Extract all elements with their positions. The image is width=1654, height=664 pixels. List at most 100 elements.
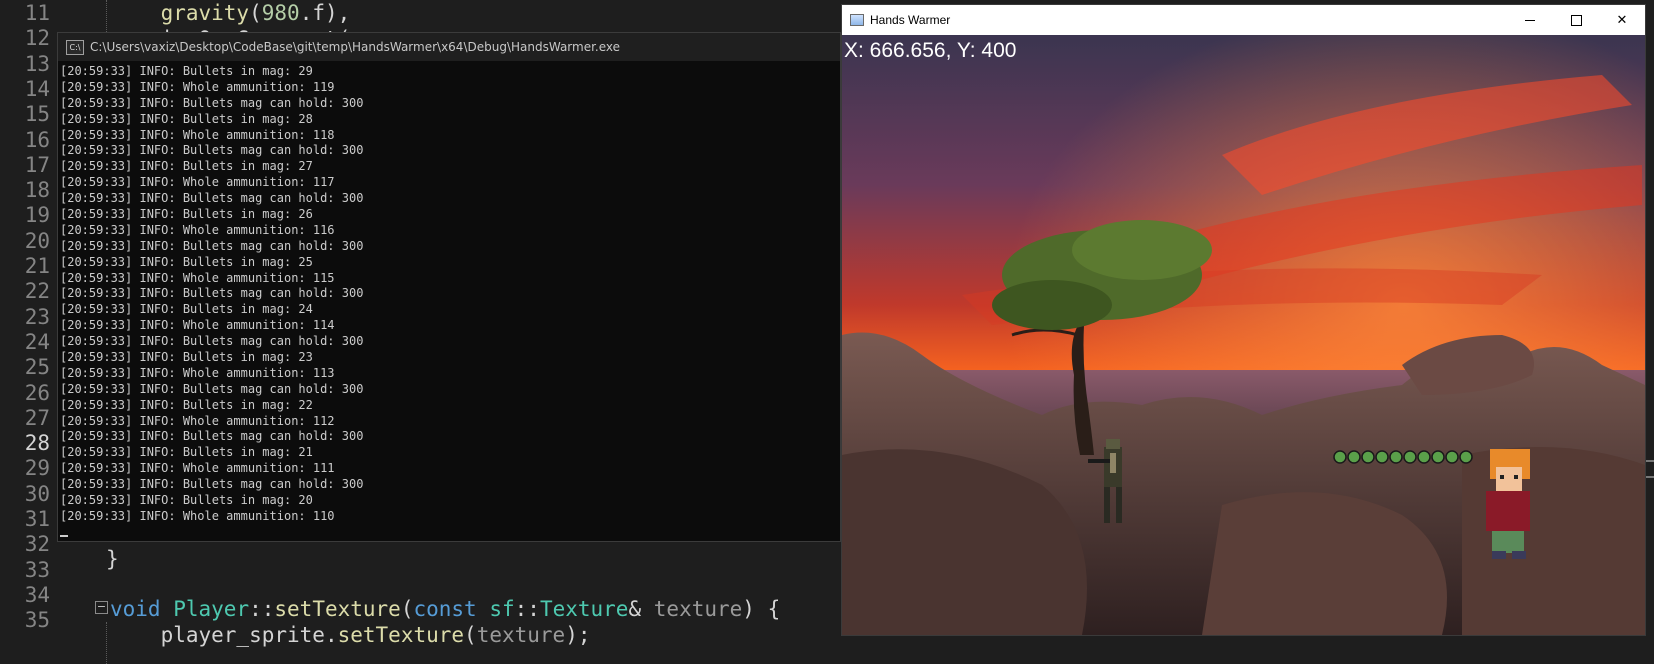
log-line: [20:59:33] INFO: Whole ammunition: 110 <box>60 508 335 523</box>
code-token-number: 980 <box>261 1 300 25</box>
log-line: [20:59:33] INFO: Bullets mag can hold: 3… <box>60 429 364 444</box>
log-line: [20:59:33] INFO: Bullets in mag: 24 <box>60 302 313 317</box>
indent-guide <box>106 622 107 664</box>
code-line-34[interactable]: player_sprite.setTexture(texture); <box>110 622 591 648</box>
log-line: [20:59:33] INFO: Bullets in mag: 21 <box>60 445 313 460</box>
enemy-sprite <box>1486 449 1530 559</box>
player-coordinates: X: 666.656, Y: 400 <box>844 39 1017 62</box>
line-number: 11 <box>24 1 50 25</box>
code-line-11[interactable]: gravity(980.f), <box>110 0 351 26</box>
log-line: [20:59:33] INFO: Bullets mag can hold: 3… <box>60 334 364 349</box>
health-pip <box>1445 450 1459 464</box>
console-title: C:\Users\vaxiz\Desktop\CodeBase\git\temp… <box>90 40 621 54</box>
health-pip <box>1459 450 1473 464</box>
code-token-ref: & <box>628 597 642 621</box>
code-token-tail: .f), <box>299 1 351 25</box>
line-number: 26 <box>24 380 50 405</box>
game-canvas[interactable]: X: 666.656, Y: 400 <box>842 35 1645 635</box>
log-line: [20:59:33] INFO: Bullets mag can hold: 3… <box>60 286 364 301</box>
line-number: 30 <box>24 481 50 506</box>
code-token-dot: . <box>324 623 338 647</box>
log-line: [20:59:33] INFO: Bullets in mag: 22 <box>60 397 313 412</box>
scroll-marker <box>1646 460 1654 462</box>
log-line: [20:59:33] INFO: Whole ammunition: 111 <box>60 461 335 476</box>
log-line: [20:59:33] INFO: Bullets mag can hold: 3… <box>60 381 364 396</box>
line-number: 13 <box>24 51 50 76</box>
code-token-namespace: sf <box>489 597 515 621</box>
game-window[interactable]: Hands Warmer ✕ X: 666.656, Y: 400 <box>841 4 1646 636</box>
line-number: 31 <box>24 507 50 531</box>
log-line: [20:59:33] INFO: Whole ammunition: 115 <box>60 270 335 285</box>
closing-brace: } <box>106 547 119 571</box>
code-token-method: setTexture <box>274 597 401 621</box>
console-window[interactable]: C:\ C:\Users\vaxiz\Desktop\CodeBase\git\… <box>57 32 841 542</box>
line-number: 20 <box>24 228 50 253</box>
code-token-tail: ); <box>565 623 591 647</box>
log-line: [20:59:33] INFO: Bullets mag can hold: 3… <box>60 143 364 158</box>
line-number: 35 <box>24 608 50 633</box>
minimize-button[interactable] <box>1507 5 1553 35</box>
line-number: 27 <box>24 405 50 430</box>
game-window-title: Hands Warmer <box>870 13 951 27</box>
log-line: [20:59:33] INFO: Bullets in mag: 25 <box>60 254 313 269</box>
log-line: [20:59:33] INFO: Bullets in mag: 23 <box>60 350 313 365</box>
line-number: 32 <box>24 532 50 557</box>
line-number: 16 <box>24 127 50 152</box>
code-line-33[interactable]: void Player::setTexture(const sf::Textur… <box>110 596 780 622</box>
line-number: 12 <box>24 26 50 51</box>
log-line: [20:59:33] INFO: Whole ammunition: 119 <box>60 79 335 94</box>
code-token-scope: :: <box>249 597 275 621</box>
rock-boulder <box>1462 447 1645 635</box>
log-line: [20:59:33] INFO: Whole ammunition: 114 <box>60 318 335 333</box>
line-number: 29 <box>24 456 50 481</box>
line-number: 19 <box>24 203 50 228</box>
code-token-paren: ( <box>400 597 414 621</box>
log-list: [20:59:33] INFO: Bullets in mag: 29 [20:5… <box>60 64 840 525</box>
minimize-icon <box>1525 19 1535 21</box>
close-icon: ✕ <box>1616 12 1628 28</box>
close-button[interactable]: ✕ <box>1599 5 1645 35</box>
line-number: 25 <box>24 355 50 380</box>
code-token-object: player_sprite <box>160 623 325 647</box>
console-title-bar[interactable]: C:\ C:\Users\vaxiz\Desktop\CodeBase\git\… <box>58 33 840 61</box>
log-line: [20:59:33] INFO: Bullets mag can hold: 3… <box>60 477 364 492</box>
code-token-type: Texture <box>539 597 629 621</box>
line-number: 22 <box>24 279 50 304</box>
health-pip <box>1403 450 1417 464</box>
line-number: 34 <box>24 582 50 607</box>
code-token-arg: texture <box>476 623 566 647</box>
health-pip <box>1417 450 1431 464</box>
code-token-paren: ( <box>464 623 477 647</box>
game-title-bar[interactable]: Hands Warmer ✕ <box>842 5 1645 35</box>
code-line-31[interactable]: } <box>106 546 119 572</box>
collapse-toggle-icon[interactable]: − <box>95 601 108 614</box>
line-number: 15 <box>24 102 50 127</box>
line-number: 21 <box>24 254 50 278</box>
game-scene <box>842 35 1645 635</box>
line-number: 28 <box>24 431 50 456</box>
tree-foliage <box>992 280 1112 330</box>
health-pip <box>1333 450 1347 464</box>
log-line: [20:59:33] INFO: Bullets mag can hold: 3… <box>60 95 364 110</box>
log-line: [20:59:33] INFO: Whole ammunition: 112 <box>60 413 335 428</box>
tree-foliage <box>1072 220 1212 280</box>
health-pip <box>1375 450 1389 464</box>
line-number: 18 <box>24 178 50 203</box>
health-pip <box>1389 450 1403 464</box>
cmd-icon: C:\ <box>66 39 84 55</box>
code-token-tail: ) { <box>742 597 781 621</box>
code-token-function: gravity <box>160 1 250 25</box>
scroll-marker <box>1646 476 1654 478</box>
log-line: [20:59:33] INFO: Whole ammunition: 116 <box>60 222 335 237</box>
log-line: [20:59:33] INFO: Bullets in mag: 26 <box>60 207 313 222</box>
maximize-button[interactable] <box>1553 5 1599 35</box>
health-pip <box>1431 450 1445 464</box>
console-output[interactable]: [20:59:33] INFO: Bullets in mag: 29 [20:5… <box>58 61 840 537</box>
maximize-icon <box>1570 14 1582 26</box>
log-line: [20:59:33] INFO: Bullets mag can hold: 3… <box>60 238 364 253</box>
line-number: 24 <box>24 329 50 354</box>
app-window-icon <box>850 14 864 26</box>
code-token-param: texture <box>653 597 743 621</box>
log-line: [20:59:33] INFO: Whole ammunition: 118 <box>60 127 335 142</box>
line-number: 14 <box>24 76 50 101</box>
